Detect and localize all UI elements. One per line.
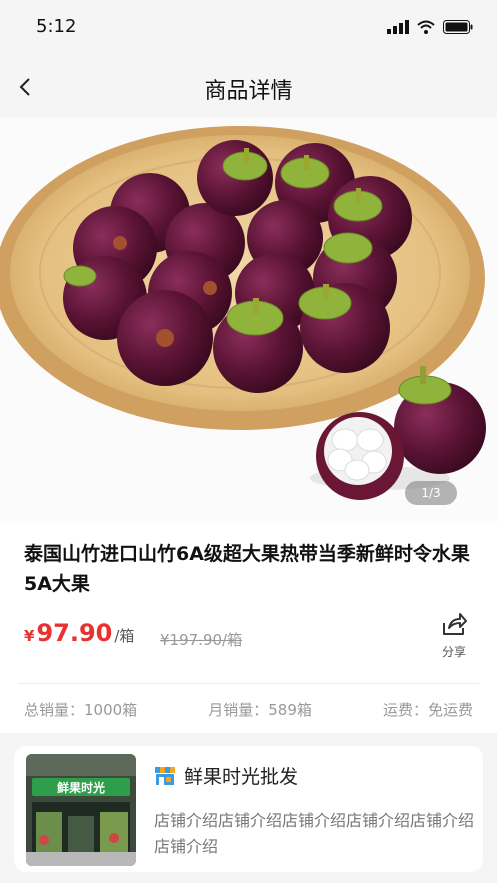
current-price: 97.90 (36, 619, 113, 647)
mangosteen-photo (0, 118, 497, 523)
share-label: 分享 (441, 645, 466, 659)
sales-stats: 总销量：1000箱 月销量：589箱 运费：免运费 (24, 699, 473, 720)
shop-description: 店铺介绍店铺介绍店铺介绍店铺介绍店铺介绍店铺介绍 (154, 811, 475, 856)
shop-name: 鲜果时光批发 (184, 766, 299, 788)
status-time: 5:12 (36, 16, 77, 37)
shop-card[interactable]: 鲜果时光 鲜果时光批发 店铺介绍店铺介绍店铺介绍店铺介绍店铺介绍店铺介绍 (14, 746, 483, 872)
share-button[interactable]: 分享 (434, 611, 474, 660)
total-sales: 总销量：1000箱 (24, 701, 138, 719)
shipping-fee: 运费：免运费 (382, 701, 473, 719)
signal-icon (387, 20, 409, 34)
shop-storefront-image: 鲜果时光 (26, 754, 136, 866)
shop-icon (155, 766, 175, 785)
divider (18, 683, 479, 684)
status-bar: 5:12 (0, 0, 497, 56)
price-row: ¥ 97.90 /箱 (24, 619, 134, 647)
wifi-icon (417, 20, 435, 34)
page-title: 商品详情 (204, 79, 293, 104)
share-icon (443, 613, 467, 635)
status-icons (387, 20, 473, 34)
shop-name-row: 鲜果时光批发 (154, 762, 298, 789)
product-title: 泰国山竹进口山竹6A级超大果热带当季新鲜时令水果 5A大果 (24, 543, 470, 595)
product-image-carousel[interactable]: 1/3 (0, 118, 497, 523)
product-info: 泰国山竹进口山竹6A级超大果热带当季新鲜时令水果 5A大果 ¥ 97.90 /箱… (0, 523, 497, 733)
currency-symbol: ¥ (24, 627, 35, 645)
image-counter: 1/3 (405, 481, 457, 505)
shop-sign-text: 鲜果时光 (57, 780, 105, 795)
original-price: ¥197.90/箱 (160, 631, 243, 649)
monthly-sales: 月销量：589箱 (208, 701, 312, 719)
battery-icon (443, 20, 473, 34)
price-unit: /箱 (114, 627, 135, 645)
nav-bar: 商品详情 (0, 56, 497, 118)
